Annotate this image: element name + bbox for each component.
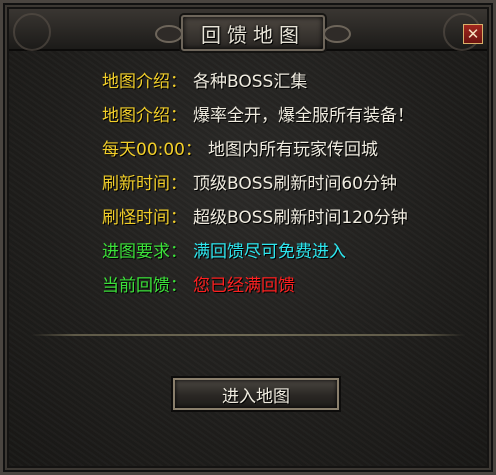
info-row-refresh-time: 刷新时间： 顶级BOSS刷新时间60分钟 [102, 171, 414, 205]
info-row-map-intro-2: 地图介绍： 爆率全开，爆全服所有装备！ [102, 103, 414, 137]
info-value: 顶级BOSS刷新时间60分钟 [193, 174, 397, 194]
info-row-daily-reset: 每天00:00： 地图内所有玩家传回城 [102, 137, 414, 171]
info-label: 刷新时间： [102, 174, 187, 194]
info-row-entry-requirement: 进图要求： 满回馈尽可免费进入 [102, 239, 414, 273]
info-label: 每天00:00： [102, 140, 202, 160]
status-value: 您已经满回馈 [193, 276, 295, 296]
corner-ornament [13, 13, 51, 51]
feedback-map-dialog: 回馈地图 ✕ 地图介绍： 各种BOSS汇集 地图介绍： 爆率全开，爆全服所有装备！ … [0, 0, 496, 475]
info-list: 地图介绍： 各种BOSS汇集 地图介绍： 爆率全开，爆全服所有装备！ 每天00:00… [102, 69, 414, 307]
close-icon: ✕ [466, 24, 480, 43]
info-label: 地图介绍： [102, 72, 187, 92]
info-label: 地图介绍： [102, 106, 187, 126]
info-value: 地图内所有玩家传回城 [208, 140, 378, 160]
divider [31, 334, 465, 336]
info-value: 满回馈尽可免费进入 [193, 242, 346, 262]
info-value: 各种BOSS汇集 [193, 72, 308, 92]
info-label: 刷怪时间： [102, 208, 187, 228]
enter-map-button[interactable]: 进入地图 [173, 378, 339, 410]
info-value: 爆率全开，爆全服所有装备！ [193, 106, 414, 126]
info-row-spawn-time: 刷怪时间： 超级BOSS刷新时间120分钟 [102, 205, 414, 239]
info-row-current-feedback: 当前回馈： 您已经满回馈 [102, 273, 414, 307]
info-label: 进图要求： [102, 242, 187, 262]
close-button[interactable]: ✕ [463, 24, 483, 44]
info-value: 超级BOSS刷新时间120分钟 [193, 208, 408, 228]
dialog-title: 回馈地图 [201, 22, 305, 47]
title-plate: 回馈地图 [155, 15, 351, 51]
info-row-map-intro-1: 地图介绍： 各种BOSS汇集 [102, 69, 414, 103]
info-label: 当前回馈： [102, 276, 187, 296]
